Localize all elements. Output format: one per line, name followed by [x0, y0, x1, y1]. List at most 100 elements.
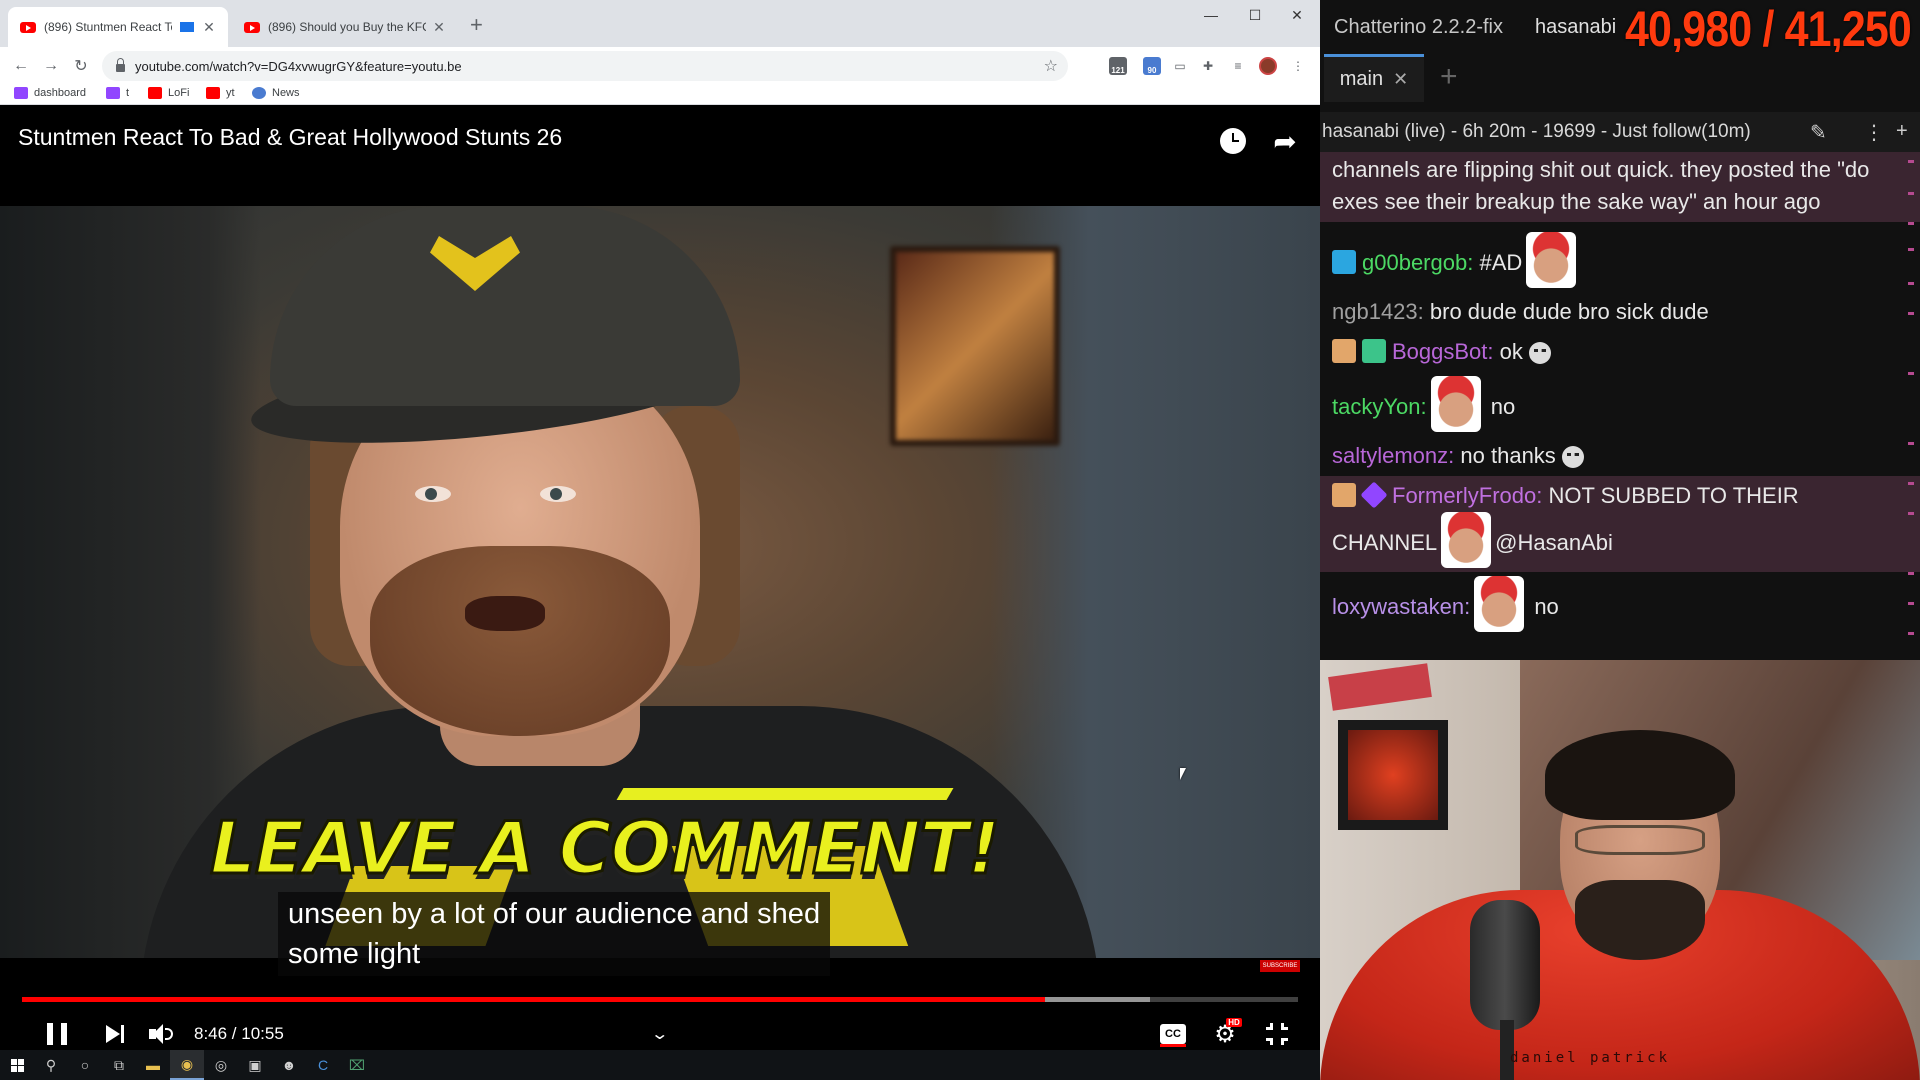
- volume-button[interactable]: [145, 1016, 179, 1052]
- current-user[interactable]: hasanabi: [1535, 16, 1616, 39]
- share-icon[interactable]: ➦: [1270, 126, 1300, 157]
- exit-fullscreen-button[interactable]: [1262, 1016, 1292, 1052]
- chat-username[interactable]: tackyYon:: [1332, 394, 1427, 419]
- close-window-button[interactable]: ✕: [1276, 0, 1318, 30]
- tab-kfc-console[interactable]: (896) Should you Buy the KFC Console? ✕: [232, 7, 458, 47]
- app-icon[interactable]: ▣: [238, 1050, 272, 1080]
- framed-picture: [1338, 720, 1448, 830]
- next-button[interactable]: [100, 1016, 130, 1052]
- bookmark-lofi[interactable]: LoFi: [148, 87, 189, 99]
- tab-title: (896) Stuntmen React To Bad & Great Holl…: [44, 20, 172, 34]
- thumbs-badge-icon: [1332, 339, 1356, 363]
- captions: unseen by a lot of our audience and shed…: [278, 892, 831, 976]
- terminal-icon[interactable]: ⌧: [340, 1050, 374, 1080]
- caption-line: some light: [288, 938, 421, 970]
- extensions-puzzle-icon[interactable]: ✚: [1198, 56, 1218, 76]
- youtube-icon: [20, 21, 36, 33]
- bookmark-yt[interactable]: yt: [206, 87, 235, 99]
- youtube-icon: [206, 87, 220, 99]
- close-tab-icon[interactable]: ✕: [432, 19, 446, 36]
- browser-window: (896) Stuntmen React To Bad & Great Holl…: [0, 0, 1320, 1050]
- counter-extension-icon[interactable]: 90: [1142, 56, 1162, 76]
- close-tab-icon[interactable]: ✕: [1393, 69, 1408, 90]
- progress-bar[interactable]: [22, 997, 1298, 1002]
- chat-message: saltylemonz: no thanks: [1320, 436, 1920, 476]
- captions-button[interactable]: CC: [1158, 1016, 1188, 1052]
- hasan-emote-icon: [1474, 576, 1525, 632]
- task-view-icon[interactable]: ⧉: [102, 1050, 136, 1080]
- glasses: [1575, 825, 1705, 855]
- chat-message: BoggsBot: ok: [1320, 332, 1920, 372]
- audio-playing-icon[interactable]: [180, 22, 194, 32]
- tab-stuntmen[interactable]: (896) Stuntmen React To Bad & Great Holl…: [8, 7, 228, 47]
- chatterino-taskbar-icon[interactable]: C: [306, 1050, 340, 1080]
- youtube-icon: [244, 21, 260, 33]
- url-text: youtube.com/watch?v=DG4xvwugrGY&feature=…: [135, 58, 462, 74]
- back-button[interactable]: ←: [8, 53, 34, 79]
- chrome-taskbar-icon[interactable]: ◉: [170, 1050, 204, 1080]
- forward-button[interactable]: →: [38, 53, 64, 79]
- watch-later-icon[interactable]: [1218, 126, 1248, 156]
- message-extension-icon[interactable]: ▭: [1170, 56, 1190, 76]
- small-emote-icon: [1561, 446, 1584, 468]
- chat-message: tackyYon: no: [1320, 372, 1920, 436]
- hd-badge: HD: [1226, 1017, 1242, 1027]
- chevron-down-icon[interactable]: ⌄: [650, 1016, 670, 1052]
- app-title: Chatterino 2.2.2-fix: [1334, 16, 1503, 38]
- obs-icon[interactable]: ◎: [204, 1050, 238, 1080]
- tab-main[interactable]: main ✕: [1324, 54, 1424, 102]
- media-queue-icon[interactable]: ≡: [1228, 56, 1248, 76]
- bookmark-star-icon[interactable]: ☆: [1044, 56, 1058, 76]
- add-split-icon[interactable]: +: [1896, 120, 1908, 143]
- tab-title: (896) Should you Buy the KFC Console?: [268, 20, 426, 34]
- time-display: 8:46 / 10:55: [194, 1024, 284, 1043]
- caption-line: unseen by a lot of our audience and shed: [288, 898, 821, 930]
- new-tab-button[interactable]: +: [470, 12, 483, 38]
- chat-username[interactable]: ngb1423:: [1332, 299, 1424, 324]
- chat-username[interactable]: FormerlyFrodo:: [1392, 483, 1542, 508]
- chat-scrollbar[interactable]: [1908, 152, 1916, 660]
- video-player[interactable]: Stuntmen React To Bad & Great Hollywood …: [0, 106, 1320, 1050]
- discord-icon[interactable]: ☻: [272, 1050, 306, 1080]
- chat-username[interactable]: loxywastaken:: [1332, 594, 1470, 619]
- mouse-cursor: [1180, 768, 1192, 780]
- thumbs-badge-icon: [1332, 483, 1356, 507]
- chat-username[interactable]: saltylemonz:: [1332, 443, 1454, 468]
- twitch-icon: [14, 87, 28, 99]
- hasan-emote-icon: [1441, 512, 1492, 568]
- profile-avatar[interactable]: [1258, 56, 1278, 76]
- background-painting: [890, 246, 1060, 446]
- bookmark-news[interactable]: News: [252, 87, 300, 99]
- chrome-menu-icon[interactable]: ⋮: [1288, 56, 1308, 76]
- hasan-emote-icon: [1430, 376, 1481, 432]
- edit-pencil-icon[interactable]: ✎: [1810, 120, 1827, 145]
- bookmark-dashboard[interactable]: dashboard: [14, 87, 86, 99]
- add-tab-button[interactable]: +: [1440, 60, 1458, 94]
- settings-gear-icon[interactable]: ⚙ HD: [1208, 1016, 1242, 1052]
- diamond-badge-icon: [1360, 481, 1388, 509]
- search-icon[interactable]: ⚲: [34, 1050, 68, 1080]
- maximize-button[interactable]: ☐: [1234, 0, 1276, 30]
- file-explorer-icon[interactable]: ▬: [136, 1050, 170, 1080]
- news-icon: [252, 87, 266, 99]
- reload-button[interactable]: ↻: [68, 53, 94, 79]
- close-tab-icon[interactable]: ✕: [202, 19, 216, 36]
- chat-message-list[interactable]: channels are flipping shit out quick. th…: [1320, 152, 1920, 660]
- video-frame[interactable]: LEAVE A COMMENT!: [0, 206, 1320, 958]
- calendar-extension-icon[interactable]: 121: [1108, 56, 1128, 76]
- bookmark-t[interactable]: t: [106, 87, 129, 99]
- tab-strip: (896) Stuntmen React To Bad & Great Holl…: [0, 0, 1320, 47]
- chat-username[interactable]: BoggsBot:: [1392, 339, 1494, 364]
- minimize-button[interactable]: —: [1190, 0, 1232, 30]
- hoodie-text: daniel patrick: [1510, 1050, 1671, 1066]
- pause-button[interactable]: [42, 1016, 72, 1052]
- address-bar[interactable]: youtube.com/watch?v=DG4xvwugrGY&feature=…: [102, 51, 1068, 81]
- video-title: Stuntmen React To Bad & Great Hollywood …: [18, 124, 563, 150]
- chat-username[interactable]: g00bergob:: [1362, 250, 1473, 275]
- chat-tab-bar: main ✕ +: [1320, 52, 1920, 104]
- cortana-icon[interactable]: ○: [68, 1050, 102, 1080]
- more-options-icon[interactable]: ⋮: [1864, 120, 1884, 145]
- start-button[interactable]: [0, 1050, 34, 1080]
- hasan-emote-icon: [1526, 232, 1577, 288]
- subscribe-watermark[interactable]: SUBSCRIBE: [1260, 960, 1300, 972]
